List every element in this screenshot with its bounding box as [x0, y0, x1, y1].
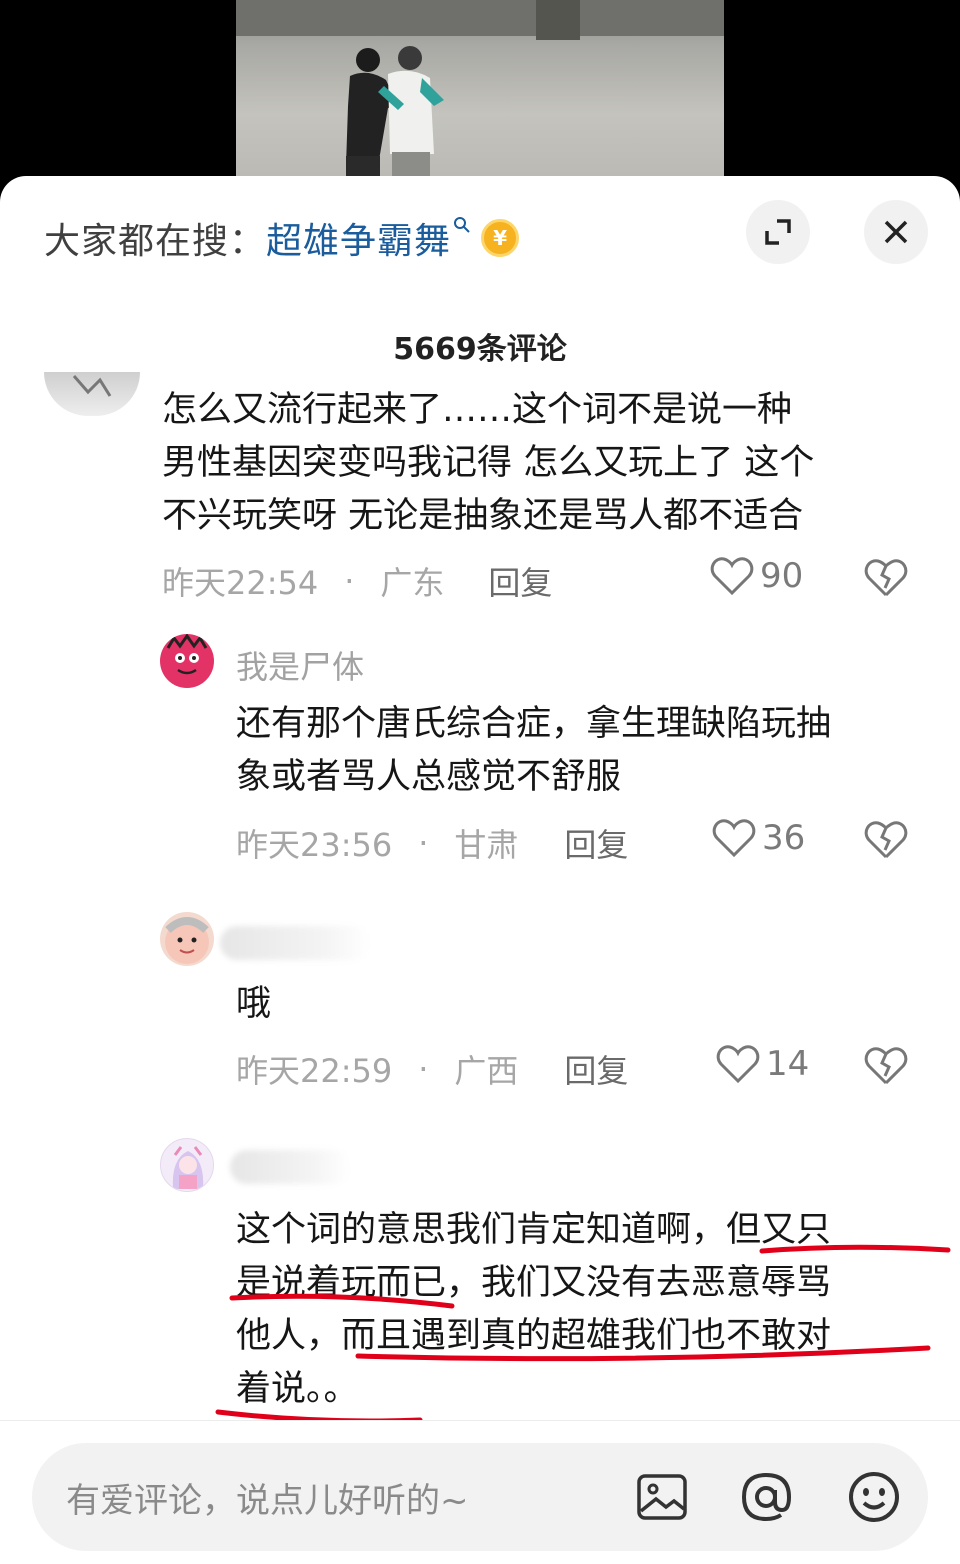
reply-button[interactable]: 回复 — [488, 558, 552, 604]
dislike-button[interactable] — [864, 820, 908, 864]
reply-line: 着说。。 — [236, 1369, 359, 1409]
reply-time: 昨天22:59 — [236, 1052, 393, 1090]
video-figure-right — [378, 46, 444, 190]
reply-meta: 昨天22:59 · 广西 回复 — [236, 1046, 628, 1092]
search-icon — [453, 215, 471, 239]
reply-region: 广西 — [454, 1052, 519, 1090]
expand-icon — [765, 219, 791, 245]
like-button[interactable]: 36 — [712, 818, 805, 858]
video-post — [536, 0, 580, 40]
reply-line: 他人，而且遇到真的超雄我们也不敢对 — [236, 1316, 832, 1356]
separator-dot: · — [418, 824, 429, 862]
separator-dot: · — [418, 1050, 429, 1088]
comment-input-placeholder: 有爱评论，说点儿好听的~ — [66, 1481, 469, 1521]
emoji-icon — [849, 1472, 899, 1522]
comment-line: 怎么又流行起来了……这个词不是说一种 — [162, 390, 793, 430]
separator-dot: · — [344, 562, 355, 600]
reply-line: 哦 — [236, 984, 272, 1024]
search-prefix: 大家都在搜： — [44, 221, 267, 262]
video-player[interactable] — [236, 0, 724, 190]
like-button[interactable]: 90 — [710, 556, 803, 596]
like-count: 36 — [762, 818, 806, 858]
close-icon — [884, 220, 908, 244]
heart-icon — [716, 1045, 760, 1084]
reply-line: 还有那个唐氏综合症，拿生理缺陷玩抽 — [236, 704, 832, 744]
comment-meta: 昨天22:54 · 广东 回复 — [162, 558, 552, 604]
heart-icon — [712, 819, 756, 858]
reply-line: 是说着玩而已，我们又没有去恶意辱骂 — [236, 1263, 832, 1303]
reply-username[interactable]: 我是尸体 — [236, 642, 364, 688]
reply-line: 这个词的意思我们肯定知道啊，但又只 — [236, 1210, 832, 1250]
dislike-button[interactable] — [864, 1046, 908, 1090]
avatar[interactable] — [44, 372, 140, 416]
at-icon — [741, 1472, 792, 1522]
search-suggestion[interactable]: 大家都在搜： 超雄争霸舞 ¥ — [44, 212, 520, 264]
image-button[interactable] — [632, 1467, 692, 1527]
reply-time: 昨天23:56 — [236, 826, 393, 864]
search-term-link[interactable]: 超雄争霸舞 — [266, 212, 451, 264]
comment-line: 男性基因突变吗我记得 怎么又玩上了 这个 — [162, 443, 815, 483]
dislike-button[interactable] — [864, 558, 908, 602]
video-wall — [236, 0, 724, 36]
avatar[interactable] — [160, 912, 214, 966]
heart-icon — [710, 557, 754, 596]
comment-sheet: 大家都在搜： 超雄争霸舞 ¥ 5669条评论 怎么又流行起来了……这个词不是说一… — [0, 176, 960, 1564]
reply-username-blurred[interactable] — [230, 1150, 350, 1184]
image-icon — [637, 1474, 687, 1520]
like-count: 14 — [766, 1044, 810, 1084]
reply-button[interactable]: 回复 — [564, 1046, 628, 1092]
comment-line: 不兴玩笑呀 无论是抽象还是骂人都不适合 — [162, 496, 804, 536]
comment-count-title: 5669条评论 — [393, 332, 567, 367]
comment-region: 广东 — [380, 564, 445, 602]
comment-input-bar: 有爱评论，说点儿好听的~ — [0, 1420, 960, 1564]
reply-line: 象或者骂人总感觉不舒服 — [236, 757, 622, 797]
like-count: 90 — [760, 556, 804, 596]
reply-text: 哦 — [236, 978, 926, 1031]
comment-input[interactable]: 有爱评论，说点儿好听的~ — [32, 1443, 928, 1551]
broken-heart-icon — [864, 1047, 908, 1085]
comment-time: 昨天22:54 — [162, 564, 319, 602]
broken-heart-icon — [864, 821, 908, 859]
expand-button[interactable] — [746, 200, 810, 264]
reply-text: 还有那个唐氏综合症，拿生理缺陷玩抽 象或者骂人总感觉不舒服 — [236, 698, 926, 804]
coin-icon: ¥ — [481, 219, 520, 257]
like-button[interactable]: 14 — [716, 1044, 809, 1084]
close-button[interactable] — [864, 200, 928, 264]
avatar[interactable] — [160, 1138, 214, 1192]
mention-button[interactable] — [736, 1467, 796, 1527]
reply-button[interactable]: 回复 — [564, 820, 628, 866]
comment-text: 怎么又流行起来了……这个词不是说一种 男性基因突变吗我记得 怎么又玩上了 这个 … — [162, 384, 922, 543]
broken-heart-icon — [864, 559, 908, 597]
reply-text: 这个词的意思我们肯定知道啊，但又只 是说着玩而已，我们又没有去恶意辱骂 他人，而… — [236, 1204, 926, 1416]
reply-username-blurred[interactable] — [220, 926, 370, 960]
reply-region: 甘肃 — [454, 826, 519, 864]
emoji-button[interactable] — [844, 1467, 904, 1527]
avatar[interactable] — [160, 634, 214, 688]
reply-meta: 昨天23:56 · 甘肃 回复 — [236, 820, 628, 866]
